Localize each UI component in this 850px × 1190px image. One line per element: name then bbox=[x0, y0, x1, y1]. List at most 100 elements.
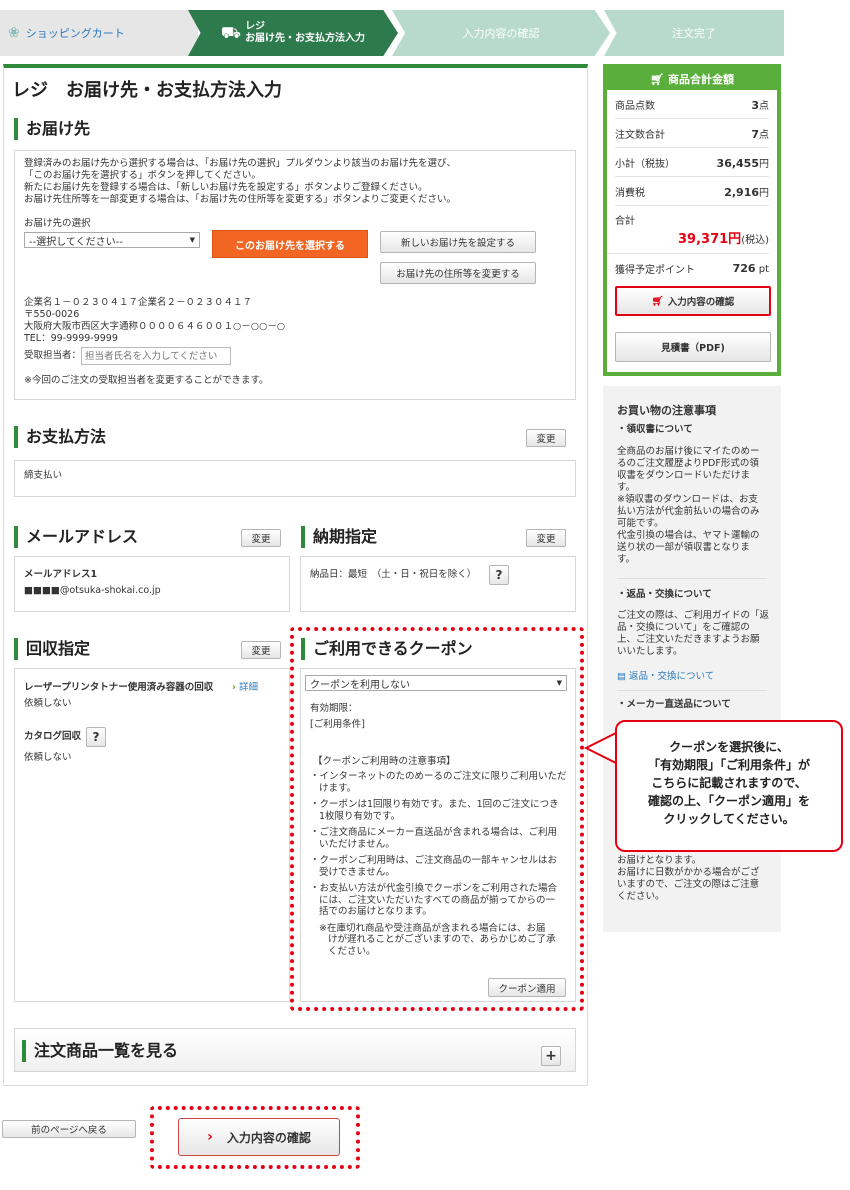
notice-p5d: ください。 bbox=[617, 891, 665, 902]
address-line-1: 企業名１－０２３０４１７企業名２－０２３０４１７ bbox=[24, 297, 253, 308]
summary-qty-label: 商品点数 bbox=[615, 100, 655, 112]
step-confirm: 入力内容の確認 bbox=[392, 10, 610, 56]
back-button[interactable]: 前のページへ戻る bbox=[2, 1120, 136, 1138]
summary-total-value: 39,371円 bbox=[678, 232, 742, 247]
address-line-4: TEL：99-9999-9999 bbox=[24, 333, 118, 344]
estimate-pdf-button[interactable]: 見積書（PDF) bbox=[615, 332, 771, 362]
callout-line-1: クーポンを選択後に、 bbox=[669, 740, 789, 754]
summary-row-subtotal: 小計（税抜） 36,455円 bbox=[615, 148, 769, 177]
summary-confirm-button[interactable]: 🛒︎ 入力内容の確認 bbox=[615, 286, 771, 316]
collect-change-button[interactable]: 変更 bbox=[241, 641, 281, 659]
notice-p1d: す。 bbox=[617, 482, 636, 493]
summary-tax-value: 2,916 bbox=[724, 185, 759, 199]
collect-detail-link[interactable]: › 詳細 bbox=[232, 682, 258, 694]
summary-qty: 3点 bbox=[751, 97, 769, 112]
address-line-3: 大阪府大阪市西区大字通称００００６４６００１○－○○－○ bbox=[24, 321, 286, 332]
summary-tax-unit: 円 bbox=[759, 187, 769, 199]
delivery-date-help-button[interactable]: ? bbox=[489, 565, 509, 585]
summary-header: 🛒︎ 商品合計金額 bbox=[607, 68, 777, 90]
delivery-desc-3: 新たにお届け先を登録する場合は、「新しいお届け先を設定する」ボタンよりご登録くだ… bbox=[24, 182, 428, 193]
cart-icon: ⛟ bbox=[220, 22, 242, 42]
summary-total: 39,371円(税込) bbox=[607, 228, 769, 254]
collect-detail-label: 詳細 bbox=[238, 682, 258, 693]
callout-line-2: 「有効期限」「ご利用条件」が bbox=[647, 758, 810, 772]
collect-catalog-help-button[interactable]: ? bbox=[86, 727, 106, 747]
summary-pt-unit: pt bbox=[758, 264, 769, 275]
notice-p4a: ご注文の際は、ご利用ガイドの「返 bbox=[617, 610, 770, 621]
summary-total-label: 合計 bbox=[615, 216, 635, 227]
delivery-heading: お届け先 bbox=[14, 118, 314, 140]
payment-value: 締支払い bbox=[24, 470, 63, 481]
address-line-2: 〒550-0026 bbox=[24, 309, 80, 320]
payment-change-button[interactable]: 変更 bbox=[526, 429, 566, 447]
select-delivery-button[interactable]: このお届け先を選択する bbox=[212, 230, 368, 258]
summary-row-orders: 注文数合計 7点 bbox=[615, 119, 769, 148]
summary-sub-value: 36,455 bbox=[716, 156, 759, 170]
coupon-callout: クーポンを選択後に、 「有効期限」「ご利用条件」が こちらに記載されますので、 … bbox=[615, 720, 843, 852]
notice-p4c: 上、ご注文いただきますようお願 bbox=[617, 634, 760, 645]
new-delivery-button[interactable]: 新しいお届け先を設定する bbox=[380, 231, 536, 253]
summary-pt: 726 pt bbox=[733, 262, 769, 275]
delivery-select[interactable]: --選択してください-- ▼ bbox=[24, 232, 200, 248]
notice-direct-title: ・メーカー直送品について bbox=[617, 699, 731, 710]
collect-item-toner-value: 依頼しない bbox=[24, 698, 72, 709]
summary-row-points: 獲得予定ポイント 726 pt bbox=[615, 254, 769, 283]
notice-p1b: るのご注文履歴よりPDF形式の領 bbox=[617, 458, 759, 469]
step-register: ⛟ レジ お届け先・お支払方法入力 bbox=[188, 10, 398, 56]
notice-p5b: お届けに日数がかかる場合がござ bbox=[617, 867, 760, 878]
notice-p3a: 代金引換の場合は、ヤマト運輸の bbox=[617, 530, 760, 541]
summary-incl: (税込) bbox=[741, 235, 769, 246]
payment-box bbox=[14, 460, 576, 497]
notice-return-link[interactable]: ▤ 返品・交換について bbox=[617, 671, 714, 683]
payment-heading: お支払方法 bbox=[14, 426, 314, 448]
receiver-input[interactable] bbox=[81, 347, 231, 365]
page-title: レジ お届け先・お支払方法入力 bbox=[12, 80, 282, 101]
delivery-select-value: --選択してください-- bbox=[29, 236, 123, 248]
delivery-address: 企業名１－０２３０４１７企業名２－０２３０４１７ 〒550-0026 大阪府大阪… bbox=[24, 297, 285, 345]
summary-ord-unit: 点 bbox=[759, 129, 769, 141]
summary-ord-value: 7 bbox=[751, 127, 759, 141]
summary-tax-label: 消費税 bbox=[615, 187, 645, 199]
delivery-date-box bbox=[300, 556, 576, 612]
summary-sub: 36,455円 bbox=[717, 155, 769, 170]
step-cart-label: ショッピングカート bbox=[25, 27, 125, 40]
delivery-select-label: お届け先の選択 bbox=[24, 218, 91, 229]
notice-receipt-title: ・領収書について bbox=[617, 424, 693, 435]
mail-label: メールアドレス1 bbox=[24, 569, 98, 580]
notice-p2b: 払い方法が代金前払いの場合のみ bbox=[617, 506, 760, 517]
summary-confirm-label: 入力内容の確認 bbox=[667, 297, 735, 308]
notice-heading: お買い物の注意事項 bbox=[617, 404, 716, 417]
chevron-right-icon: › bbox=[232, 682, 236, 693]
notice-p3c: す。 bbox=[617, 554, 636, 565]
step-cart[interactable]: ❀ ショッピングカート bbox=[0, 10, 198, 56]
collect-box bbox=[14, 668, 290, 1002]
collect-item-toner: レーザープリンタトナー使用済み容器の回収 bbox=[24, 682, 214, 693]
delivery-date-change-button[interactable]: 変更 bbox=[526, 529, 566, 547]
delivery-desc: 登録済みのお届け先から選択する場合は、「お届け先の選択」プルダウンより該当のお届… bbox=[24, 158, 456, 206]
notice-p2a: ※領収書のダウンロードは、お支 bbox=[617, 494, 758, 505]
document-icon: ▤ bbox=[617, 671, 626, 682]
summary-sub-label: 小計（税抜） bbox=[615, 158, 675, 170]
change-delivery-button[interactable]: お届け先の住所等を変更する bbox=[380, 262, 536, 284]
order-items-heading: 注文商品一覧を見る bbox=[22, 1040, 322, 1062]
mail-change-button[interactable]: 変更 bbox=[241, 529, 281, 547]
summary-pt-label: 獲得予定ポイント bbox=[615, 265, 695, 276]
summary-row-qty: 商品点数 3点 bbox=[615, 90, 769, 119]
expand-plus-icon[interactable]: + bbox=[541, 1046, 561, 1066]
step-confirm-label: 入力内容の確認 bbox=[462, 27, 540, 40]
delivery-desc-1: 登録済みのお届け先から選択する場合は、「お届け先の選択」プルダウンより該当のお届… bbox=[24, 158, 457, 169]
callout-line-5: クリックしてください。 bbox=[663, 812, 795, 826]
callout-line-3: こちらに記載されますので、 bbox=[651, 776, 807, 790]
notice-divider bbox=[617, 690, 767, 691]
confirm-highlight bbox=[150, 1106, 360, 1169]
callout-line-4: 確認の上、「クーポン適用」を bbox=[647, 794, 810, 808]
collect-item-catalog: カタログ回収 bbox=[24, 731, 82, 742]
step-complete-label: 注文完了 bbox=[672, 27, 716, 40]
summary-row-tax: 消費税 2,916円 bbox=[615, 177, 769, 206]
summary-tax: 2,916円 bbox=[724, 184, 769, 199]
notice-receipt-text: 全商品のお届け後にマイたのめー るのご注文履歴よりPDF形式の領 収書をダウンロ… bbox=[617, 446, 760, 566]
notice-p3b: 送り状の一部が領収書となりま bbox=[617, 542, 750, 553]
collect-item-catalog-value: 依頼しない bbox=[24, 752, 72, 763]
step-register-label-b: お届け先・お支払方法入力 bbox=[245, 33, 366, 44]
receiver-label: 受取担当者： bbox=[24, 350, 82, 361]
